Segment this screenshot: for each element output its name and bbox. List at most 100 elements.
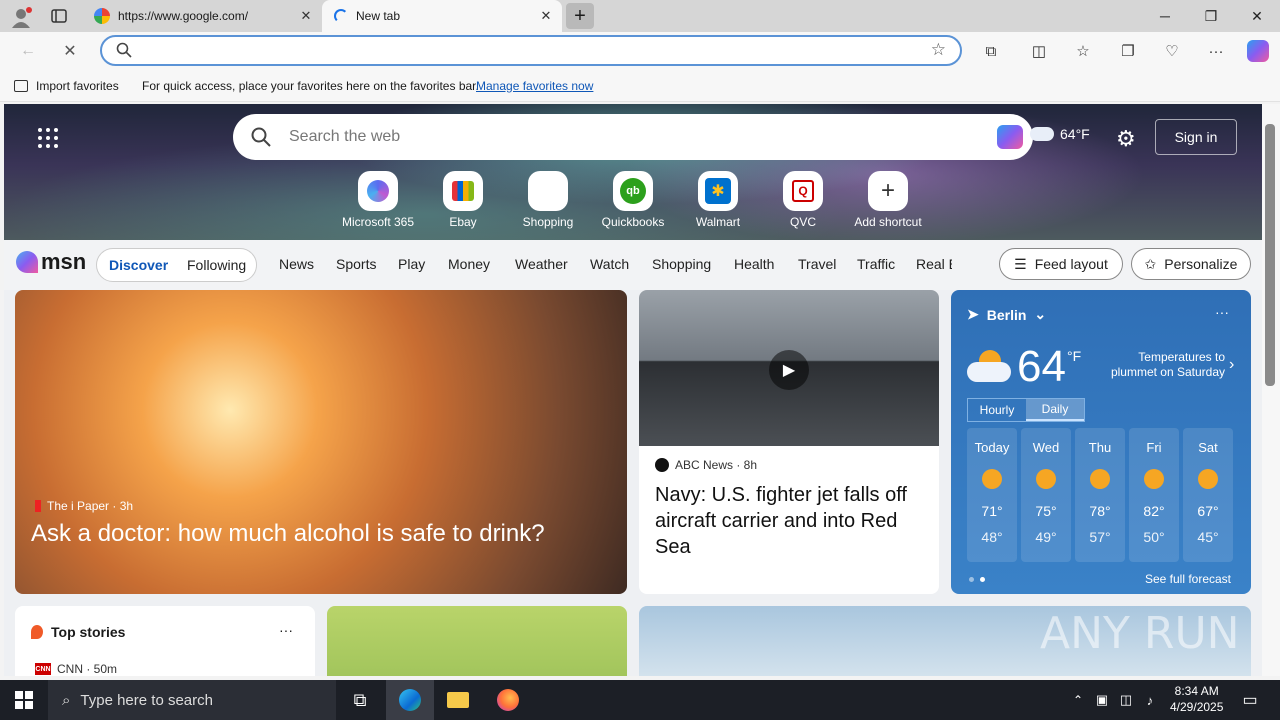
task-view-icon[interactable]: ⧉ [336, 680, 384, 720]
tab-daily[interactable]: Daily [1026, 399, 1084, 421]
header-weather[interactable]: 64°F [1030, 126, 1090, 142]
edge-icon[interactable] [386, 680, 434, 720]
close-window-button[interactable]: ✕ [1234, 0, 1280, 32]
tab-following[interactable]: Following [187, 257, 246, 273]
shortcut-label: Shopping [522, 215, 574, 229]
favorites-icon[interactable]: ☆ [1069, 37, 1097, 65]
favorite-star-icon[interactable]: ☆ [931, 40, 946, 60]
device-icon[interactable]: ▣ [1090, 680, 1114, 720]
msn-nav-bar: msn Discover Following News Sports Play … [4, 240, 1262, 290]
back-icon[interactable]: ← [14, 37, 42, 65]
restore-button[interactable]: ❐ [1188, 0, 1234, 32]
carousel-dots[interactable] [969, 577, 985, 582]
tab-google[interactable]: https://www.google.com/ ✕ [84, 0, 322, 32]
shortcut-add[interactable]: + Add shortcut [843, 171, 933, 229]
sign-in-button[interactable]: Sign in [1155, 119, 1237, 155]
nav-health[interactable]: Health [734, 256, 774, 272]
nav-sports[interactable]: Sports [336, 256, 376, 272]
browser-essentials-icon[interactable]: ♡ [1158, 37, 1186, 65]
notifications-icon[interactable]: ▭ [1226, 680, 1274, 720]
shortcut-label: Add shortcut [854, 215, 922, 229]
file-explorer-icon[interactable] [434, 680, 482, 720]
nav-play[interactable]: Play [398, 256, 425, 272]
hero-background: Search the web 64°F ⚙ Sign in Microsoft … [4, 104, 1262, 240]
volume-icon[interactable]: ♪ [1138, 680, 1162, 720]
illustration-story-card[interactable] [327, 606, 627, 676]
play-icon[interactable]: ▶ [769, 350, 809, 390]
taskbar-clock[interactable]: 8:34 AM 4/29/2025 [1170, 683, 1223, 715]
more-menu-icon[interactable]: ··· [1202, 37, 1230, 65]
nav-real-estate[interactable]: Real E [916, 256, 952, 272]
video-story-card[interactable]: ▶ ABC News · 8h Navy: U.S. fighter jet f… [639, 290, 939, 594]
more-options-icon[interactable]: ··· [1215, 304, 1229, 320]
search-icon [251, 127, 271, 150]
story-source: The i Paper · 3h [35, 499, 133, 513]
msn-logo[interactable]: msn [16, 249, 86, 275]
nav-watch[interactable]: Watch [590, 256, 629, 272]
split-screen-icon[interactable]: ◫ [1025, 37, 1053, 65]
forecast-day[interactable]: Wed 75° 49° [1021, 428, 1071, 562]
forecast-day[interactable]: Thu 78° 57° [1075, 428, 1125, 562]
feed-layout-button[interactable]: ☰ Feed layout [999, 248, 1123, 280]
stop-icon[interactable]: ✕ [56, 37, 84, 65]
manage-favorites-link[interactable]: Manage favorites now [476, 79, 593, 93]
copilot-icon[interactable] [997, 125, 1023, 149]
story-source: CNN CNN · 50m [35, 662, 117, 676]
forecast-day[interactable]: Sat 67° 45° [1183, 428, 1233, 562]
tab-close-icon[interactable]: ✕ [298, 8, 314, 24]
high-temp: 75° [1035, 503, 1057, 519]
profile-icon[interactable] [10, 6, 32, 28]
tab-discover[interactable]: Discover [109, 257, 168, 273]
more-options-icon[interactable]: ··· [279, 622, 293, 638]
tab-close-icon[interactable]: ✕ [538, 8, 554, 24]
day-name: Thu [1088, 440, 1112, 455]
tab-hourly[interactable]: Hourly [968, 399, 1026, 421]
web-search-box[interactable]: Search the web [233, 114, 1033, 160]
tab-actions-icon[interactable] [50, 7, 68, 25]
weather-location[interactable]: ➤ Berlin ⌄ [967, 306, 1046, 323]
high-temp: 82° [1143, 503, 1165, 519]
shortcut-qvc[interactable]: Q QVC [758, 171, 848, 229]
shortcut-ebay[interactable]: Ebay [418, 171, 508, 229]
windows-start-icon[interactable] [0, 680, 48, 720]
collections-icon[interactable]: ❐ [1114, 37, 1142, 65]
temperature-unit[interactable]: °F [1067, 348, 1081, 364]
story-headline[interactable]: Ask a doctor: how much alcohol is safe t… [31, 520, 545, 548]
import-favorites-button[interactable]: Import favorites [14, 79, 119, 93]
page-scrollbar[interactable] [1262, 104, 1280, 676]
shortcut-quickbooks[interactable]: qb Quickbooks [588, 171, 678, 229]
new-tab-button[interactable]: + [566, 3, 594, 29]
nav-shopping[interactable]: Shopping [652, 256, 711, 272]
nav-travel[interactable]: Travel [798, 256, 836, 272]
shortcut-label: Walmart [695, 215, 741, 229]
shortcut-shopping[interactable]: 🏷 Shopping [503, 171, 593, 229]
nav-money[interactable]: Money [448, 256, 490, 272]
tab-new-tab[interactable]: New tab ✕ [322, 0, 562, 32]
shortcut-microsoft-365[interactable]: Microsoft 365 [333, 171, 423, 229]
nav-weather[interactable]: Weather [515, 256, 568, 272]
shortcut-walmart[interactable]: ✱ Walmart [673, 171, 763, 229]
app-launcher-icon[interactable] [38, 128, 58, 148]
see-full-forecast-link[interactable]: See full forecast [1145, 572, 1231, 586]
minimize-button[interactable]: ─ [1142, 0, 1188, 32]
weather-card[interactable]: ➤ Berlin ⌄ ··· 64 °F Temperatures to plu… [951, 290, 1251, 594]
address-bar[interactable]: ☆ [100, 35, 962, 66]
forecast-day[interactable]: Today 71° 48° [967, 428, 1017, 562]
story-headline[interactable]: Navy: U.S. fighter jet falls off aircraf… [655, 482, 925, 560]
scrollbar-thumb[interactable] [1265, 124, 1275, 386]
firefox-icon[interactable] [484, 680, 532, 720]
chevron-up-icon[interactable]: ⌃ [1066, 680, 1090, 720]
network-icon[interactable]: ◫ [1114, 680, 1138, 720]
taskbar-search[interactable]: ⌕ Type here to search [48, 680, 336, 720]
forecast-day[interactable]: Fri 82° 50° [1129, 428, 1179, 562]
main-story-card[interactable]: The i Paper · 3h Ask a doctor: how much … [15, 290, 627, 594]
weather-alert[interactable]: Temperatures to plummet on Saturday [1101, 350, 1225, 380]
nav-traffic[interactable]: Traffic [857, 256, 895, 272]
copilot-icon[interactable] [1244, 37, 1272, 65]
nav-news[interactable]: News [279, 256, 314, 272]
personalize-button[interactable]: ✩ Personalize [1131, 248, 1251, 280]
extensions-icon[interactable]: ⧉ [977, 37, 1005, 65]
chevron-right-icon[interactable]: › [1229, 356, 1234, 374]
qvc-icon: Q [783, 171, 823, 211]
settings-gear-icon[interactable]: ⚙ [1116, 126, 1136, 152]
